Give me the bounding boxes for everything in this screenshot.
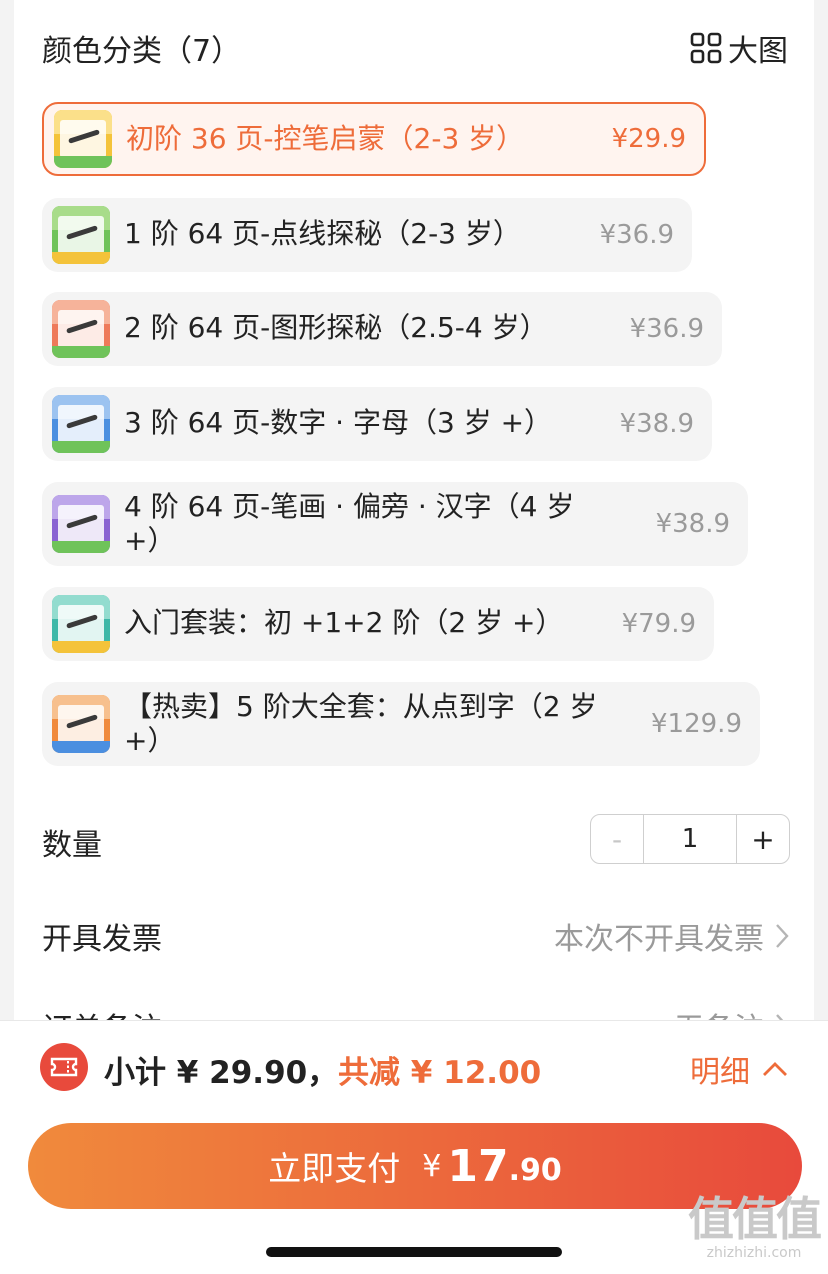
- subtotal-text: 小计 ¥ 29.90，: [104, 1055, 339, 1091]
- option-thumbnail: [52, 300, 110, 358]
- option-item[interactable]: 3 阶 64 页-数字 · 字母（3 岁 +） ¥38.9: [42, 387, 712, 461]
- grid-view-icon: [690, 32, 722, 64]
- checkout-bar: 小计 ¥ 29.90， 共减 ¥ 12.00 明细 立即支付 ¥ 17 .90 …: [0, 1020, 828, 1274]
- quantity-label: 数量: [42, 828, 102, 863]
- quantity-value[interactable]: 1: [643, 815, 737, 863]
- chevron-right-icon: [776, 1014, 784, 1020]
- detail-toggle[interactable]: 明细: [690, 1047, 788, 1091]
- coupon-icon: [40, 1043, 88, 1091]
- option-label: 4 阶 64 页-笔画 · 偏旁 · 汉字（4 岁 +）: [124, 490, 575, 557]
- option-item[interactable]: 入门套装：初 +1+2 阶（2 岁 +） ¥79.9: [42, 587, 714, 661]
- option-thumbnail: [52, 206, 110, 264]
- option-item[interactable]: 1 阶 64 页-点线探秘（2-3 岁） ¥36.9: [42, 198, 692, 272]
- invoice-label: 开具发票: [42, 922, 162, 957]
- option-label: 【热卖】5 阶大全套：从点到字（2 岁 +）: [124, 690, 598, 757]
- option-price: ¥36.9: [599, 220, 674, 250]
- pay-now-button[interactable]: 立即支付 ¥ 17 .90: [28, 1123, 802, 1209]
- section-title: 颜色分类（7）: [42, 34, 242, 69]
- chevron-right-icon: [776, 924, 789, 948]
- sku-panel: 颜色分类（7） 大图 初阶 36 页-控笔启蒙（2-3 岁） ¥29.9 1 阶…: [14, 0, 814, 1020]
- pay-currency: ¥: [422, 1148, 442, 1184]
- option-item[interactable]: 初阶 36 页-控笔启蒙（2-3 岁） ¥29.9: [42, 102, 706, 176]
- remark-value: 无备注: [674, 1004, 764, 1020]
- option-label: 入门套装：初 +1+2 阶（2 岁 +）: [124, 606, 564, 639]
- remark-label: 订单备注: [42, 1004, 162, 1020]
- pay-amount-decimal: .90: [508, 1152, 562, 1188]
- option-label: 初阶 36 页-控笔启蒙（2-3 岁）: [126, 122, 525, 155]
- option-item[interactable]: 4 阶 64 页-笔画 · 偏旁 · 汉字（4 岁 +） ¥38.9: [42, 482, 748, 566]
- decrease-button[interactable]: -: [591, 815, 643, 863]
- watermark: 值值值 zhizhizhi.com: [688, 1192, 822, 1261]
- watermark-glyphs: 值值值: [688, 1192, 822, 1246]
- remark-selector[interactable]: 无备注: [674, 1004, 790, 1020]
- detail-label: 明细: [690, 1055, 750, 1090]
- option-price: ¥38.9: [619, 409, 694, 439]
- option-label: 1 阶 64 页-点线探秘（2-3 岁）: [124, 217, 521, 250]
- option-label: 2 阶 64 页-图形探秘（2.5-4 岁）: [124, 311, 548, 344]
- option-thumbnail: [54, 110, 112, 168]
- big-view-label: 大图: [728, 34, 788, 69]
- discount-text: 共减 ¥ 12.00: [338, 1055, 542, 1091]
- watermark-url: zhizhizhi.com: [706, 1245, 802, 1261]
- home-indicator[interactable]: [266, 1247, 562, 1257]
- option-thumbnail: [52, 595, 110, 653]
- option-price: ¥129.9: [651, 709, 742, 739]
- option-label: 3 阶 64 页-数字 · 字母（3 岁 +）: [124, 406, 553, 439]
- left-margin: [0, 0, 14, 1020]
- big-view-button[interactable]: 大图: [690, 26, 788, 70]
- option-thumbnail: [52, 495, 110, 553]
- invoice-value: 本次不开具发票: [554, 922, 764, 957]
- option-price: ¥29.9: [611, 124, 686, 154]
- quantity-stepper: - 1 +: [590, 814, 790, 864]
- chevron-up-icon: [763, 1062, 787, 1076]
- increase-button[interactable]: +: [737, 815, 789, 863]
- option-price: ¥36.9: [629, 314, 704, 344]
- option-thumbnail: [52, 395, 110, 453]
- option-thumbnail: [52, 695, 110, 753]
- option-price: ¥79.9: [621, 609, 696, 639]
- option-price: ¥38.9: [655, 509, 730, 539]
- pay-label: 立即支付: [268, 1149, 401, 1188]
- right-margin: [814, 0, 828, 1020]
- invoice-selector[interactable]: 本次不开具发票: [554, 914, 790, 958]
- option-item[interactable]: 2 阶 64 页-图形探秘（2.5-4 岁） ¥36.9: [42, 292, 722, 366]
- pay-amount-integer: 17: [447, 1140, 509, 1192]
- option-item[interactable]: 【热卖】5 阶大全套：从点到字（2 岁 +） ¥129.9: [42, 682, 760, 766]
